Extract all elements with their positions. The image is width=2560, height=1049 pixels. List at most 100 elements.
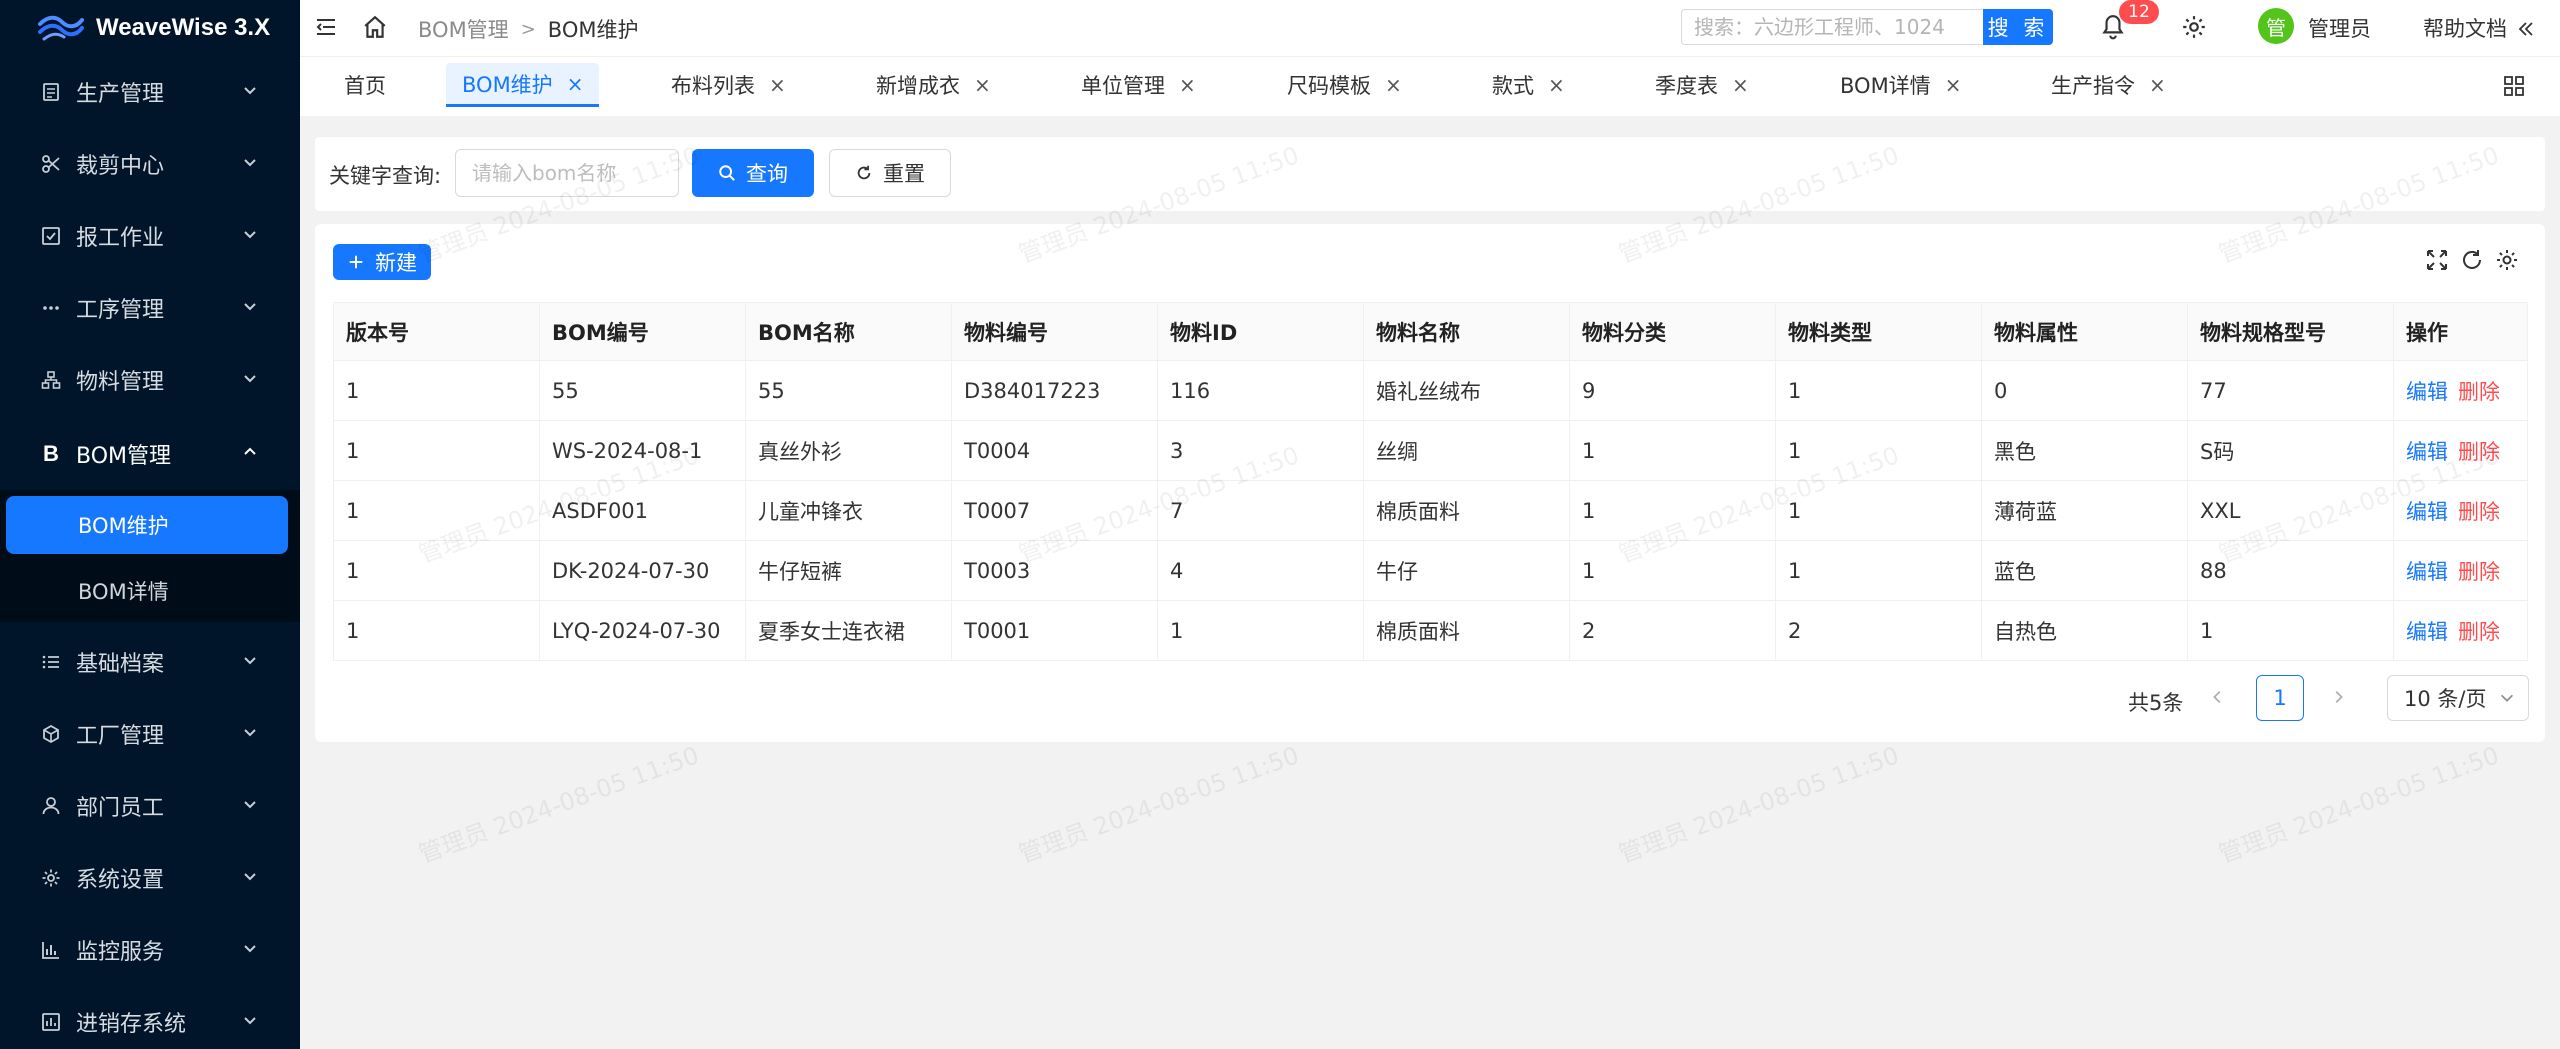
table-cell: 蓝色 xyxy=(1981,540,2188,601)
tab-close-icon[interactable]: × xyxy=(1385,73,1402,97)
fullscreen-icon[interactable] xyxy=(2425,248,2449,272)
table-cell: T0004 xyxy=(951,420,1158,481)
sidebar-item-department[interactable]: 部门员工 xyxy=(0,770,300,842)
tab-season[interactable]: 季度表 × xyxy=(1655,63,1749,107)
tab-close-icon[interactable]: × xyxy=(1179,73,1196,97)
table-cell: 1 xyxy=(1569,480,1776,541)
pagination-page-1[interactable]: 1 xyxy=(2256,675,2304,721)
settings-gear-icon[interactable] xyxy=(2181,14,2207,40)
page-size-value: 10 条/页 xyxy=(2404,687,2487,711)
tab-close-icon[interactable]: × xyxy=(974,73,991,97)
tab-new-garment[interactable]: 新增成衣 × xyxy=(876,63,991,107)
table-cell: 薄荷蓝 xyxy=(1981,480,2188,541)
sidebar-item-basic-archive[interactable]: 基础档案 xyxy=(0,626,300,698)
global-search[interactable] xyxy=(1681,9,1982,45)
table-cell: 1 xyxy=(1157,600,1364,661)
sidebar-subitem-bom-detail[interactable]: BOM详情 xyxy=(6,562,288,620)
delete-link[interactable]: 删除 xyxy=(2458,440,2500,464)
pagination-next-button[interactable] xyxy=(2325,684,2351,710)
table-cell: 夏季女士连衣裙 xyxy=(745,600,952,661)
delete-link[interactable]: 删除 xyxy=(2458,380,2500,404)
column-header: 操作 xyxy=(2393,302,2528,361)
query-button-label: 查询 xyxy=(746,162,788,186)
home-icon[interactable] xyxy=(362,14,388,40)
user-icon xyxy=(40,795,62,817)
new-button[interactable]: 新建 xyxy=(333,244,431,280)
global-search-input[interactable] xyxy=(1682,10,1982,44)
sidebar-item-production[interactable]: 生产管理 xyxy=(0,56,300,128)
pagination-prev-button[interactable] xyxy=(2205,684,2231,710)
app-logo[interactable]: WeaveWise 3.X xyxy=(0,0,300,56)
sidebar-item-material[interactable]: 物料管理 xyxy=(0,344,300,416)
delete-link[interactable]: 删除 xyxy=(2458,620,2500,644)
table-cell: S码 xyxy=(2187,420,2394,481)
delete-link[interactable]: 删除 xyxy=(2458,560,2500,584)
menu-fold-icon[interactable] xyxy=(314,15,338,39)
edit-link[interactable]: 编辑 xyxy=(2406,560,2448,584)
tab-fabric-list[interactable]: 布料列表 × xyxy=(671,63,786,107)
user-name[interactable]: 管理员 xyxy=(2308,13,2371,43)
list-icon xyxy=(40,651,62,673)
tab-label: 生产指令 xyxy=(2051,74,2135,98)
table-row: 1 LYQ-2024-07-30 夏季女士连衣裙 T0001 1 棉质面料 2 … xyxy=(333,600,2528,661)
sidebar-subitem-bom-maintain[interactable]: BOM维护 xyxy=(6,496,288,554)
query-button[interactable]: 查询 xyxy=(692,149,814,197)
avatar[interactable]: 管 xyxy=(2258,8,2294,44)
table-cell: T0001 xyxy=(951,600,1158,661)
sidebar-item-label: 生产管理 xyxy=(76,82,165,107)
delete-link[interactable]: 删除 xyxy=(2458,500,2500,524)
row-actions: 编辑 删除 xyxy=(2393,540,2528,601)
tab-label: 尺码模板 xyxy=(1287,74,1371,98)
sidebar-item-label: 基础档案 xyxy=(76,652,165,677)
chevron-down-icon xyxy=(244,657,256,665)
row-actions: 编辑 删除 xyxy=(2393,360,2528,421)
sidebar-item-factory[interactable]: 工厂管理 xyxy=(0,698,300,770)
tab-close-icon[interactable]: × xyxy=(2149,73,2166,97)
edit-link[interactable]: 编辑 xyxy=(2406,620,2448,644)
reset-button[interactable]: 重置 xyxy=(829,149,951,197)
tab-bom-detail[interactable]: BOM详情 × xyxy=(1840,63,1961,107)
sidebar-item-bom[interactable]: B BOM管理 xyxy=(0,418,300,490)
tab-unit-manage[interactable]: 单位管理 × xyxy=(1081,63,1196,107)
keyword-input[interactable] xyxy=(456,150,678,196)
column-header: 物料名称 xyxy=(1363,302,1570,361)
breadcrumb-item[interactable]: BOM管理 xyxy=(418,14,509,44)
sidebar-item-inventory[interactable]: 进销存系统 xyxy=(0,986,300,1049)
edit-link[interactable]: 编辑 xyxy=(2406,500,2448,524)
table-cell: 1 xyxy=(1775,360,1982,421)
sidebar-item-settings[interactable]: 系统设置 xyxy=(0,842,300,914)
tab-close-icon[interactable]: × xyxy=(769,73,786,97)
sidebar-item-monitor[interactable]: 监控服务 xyxy=(0,914,300,986)
notification-badge: 12 xyxy=(2119,0,2159,24)
tab-close-icon[interactable]: × xyxy=(567,72,584,96)
tabs-grid-icon[interactable] xyxy=(2502,74,2526,98)
app-name: WeaveWise 3.X xyxy=(96,14,271,41)
sidebar-item-cutting[interactable]: 裁剪中心 xyxy=(0,128,300,200)
table-cell: 婚礼丝绒布 xyxy=(1363,360,1570,421)
tab-production-order[interactable]: 生产指令 × xyxy=(2051,63,2166,107)
help-docs-link[interactable]: 帮助文档 xyxy=(2423,13,2536,43)
page-size-select[interactable]: 10 条/页 xyxy=(2387,675,2529,721)
edit-link[interactable]: 编辑 xyxy=(2406,440,2448,464)
edit-link[interactable]: 编辑 xyxy=(2406,380,2448,404)
sidebar-item-work-report[interactable]: 报工作业 xyxy=(0,200,300,272)
tab-close-icon[interactable]: × xyxy=(1548,73,1565,97)
global-search-button[interactable]: 搜 索 xyxy=(1983,9,2053,45)
tab-label: 新增成衣 xyxy=(876,74,960,98)
tab-close-icon[interactable]: × xyxy=(1732,73,1749,97)
pagination-total: 共5条 xyxy=(2128,691,2184,715)
breadcrumb-separator: > xyxy=(520,18,536,40)
column-settings-icon[interactable] xyxy=(2495,248,2519,272)
tab-size-template[interactable]: 尺码模板 × xyxy=(1287,63,1402,107)
factory-cube-icon xyxy=(40,723,62,745)
chevron-down-icon xyxy=(2501,694,2513,702)
tab-bom-maintain[interactable]: BOM维护 × xyxy=(446,63,600,107)
sidebar-item-process[interactable]: 工序管理 xyxy=(0,272,300,344)
tab-close-icon[interactable]: × xyxy=(1945,73,1962,97)
tab-home[interactable]: 首页 xyxy=(344,63,386,107)
table-cell: 棉质面料 xyxy=(1363,600,1570,661)
table-cell: 55 xyxy=(745,360,952,421)
refresh-icon[interactable] xyxy=(2460,248,2484,272)
keyword-input-wrapper[interactable] xyxy=(455,149,679,197)
tab-style[interactable]: 款式 × xyxy=(1492,63,1565,107)
